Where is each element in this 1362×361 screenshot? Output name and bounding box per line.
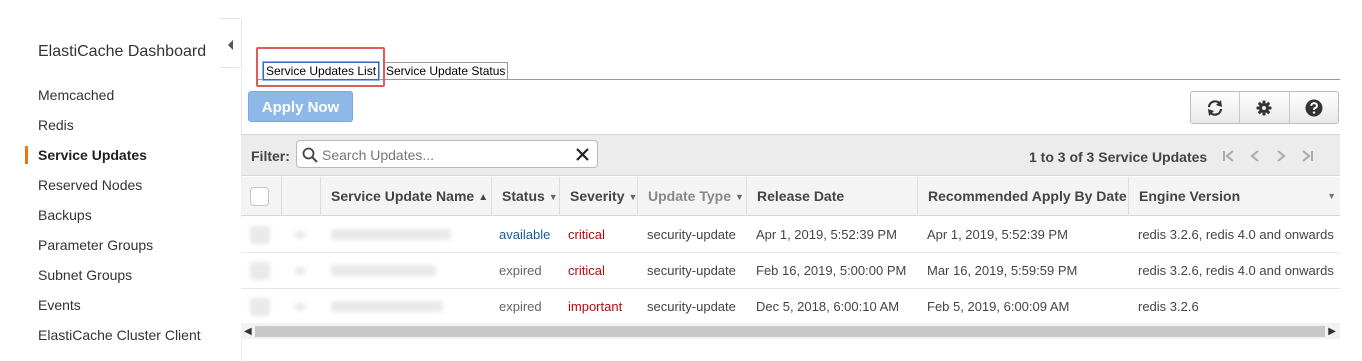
settings-button[interactable] xyxy=(1240,92,1290,123)
apply-by-cell: Apr 1, 2019, 5:52:39 PM xyxy=(927,227,1068,242)
dropdown-icon: ▼ xyxy=(734,191,744,202)
sidebar: ElastiCache Dashboard Memcached Redis Se… xyxy=(0,0,240,361)
apply-by-cell: Feb 5, 2019, 6:00:09 AM xyxy=(927,299,1070,314)
previous-page-icon[interactable] xyxy=(1247,148,1263,164)
column-expander xyxy=(281,177,320,216)
sidebar-item-events[interactable]: Events xyxy=(38,297,81,313)
active-indicator xyxy=(25,146,28,164)
engine-version-cell: redis 3.2.6, redis 4.0 and onwards xyxy=(1138,263,1334,278)
dropdown-icon: ▼ xyxy=(548,191,558,202)
toolbar-icon-group xyxy=(1190,91,1339,124)
update-type-cell: security-update xyxy=(647,299,736,314)
refresh-icon xyxy=(1208,99,1223,116)
refresh-button[interactable] xyxy=(1191,92,1241,123)
filter-bar: Filter: 1 to 3 of 3 Service Updates xyxy=(241,134,1340,176)
column-service-update-name[interactable]: Service Update Name ▲ xyxy=(320,177,491,216)
sidebar-item-redis[interactable]: Redis xyxy=(38,117,74,133)
select-all-checkbox[interactable] xyxy=(250,187,269,206)
sort-asc-icon: ▲ xyxy=(478,191,489,203)
apply-by-cell: Mar 16, 2019, 5:59:59 PM xyxy=(927,263,1078,278)
severity-cell: important xyxy=(568,299,623,314)
redacted-update-name xyxy=(331,301,443,312)
severity-cell: critical xyxy=(568,263,605,278)
status-cell: expired xyxy=(499,299,542,314)
help-button[interactable] xyxy=(1290,92,1338,123)
sidebar-item-cluster-client[interactable]: ElastiCache Cluster Client xyxy=(38,327,201,343)
redacted-update-name xyxy=(331,265,436,276)
table-header: Service Update Name ▲ Status ▼ Severity ▼ U… xyxy=(241,177,1340,216)
first-page-icon[interactable] xyxy=(1221,148,1237,164)
pagination-controls xyxy=(1221,148,1315,164)
last-page-icon[interactable] xyxy=(1299,148,1315,164)
update-type-cell: security-update xyxy=(647,263,736,278)
scroll-right-icon[interactable]: ▶ xyxy=(1328,326,1336,337)
sidebar-item-reserved-nodes[interactable]: Reserved Nodes xyxy=(38,177,142,193)
pagination-summary: 1 to 3 of 3 Service Updates xyxy=(1029,149,1208,165)
help-icon xyxy=(1305,99,1323,116)
engine-version-cell: redis 3.2.6, redis 4.0 and onwards xyxy=(1138,227,1334,242)
search-input[interactable] xyxy=(322,145,572,165)
sidebar-item-subnet-groups[interactable]: Subnet Groups xyxy=(38,267,132,283)
scroll-left-icon[interactable]: ◀ xyxy=(244,326,252,337)
row-expand-icon[interactable] xyxy=(295,303,305,311)
release-date-cell: Feb 16, 2019, 5:00:00 PM xyxy=(756,263,907,278)
row-expand-icon[interactable] xyxy=(295,231,305,239)
table-row[interactable]: available critical security-update Apr 1… xyxy=(241,217,1340,253)
sidebar-item-service-updates[interactable]: Service Updates xyxy=(38,147,147,163)
scrollbar-thumb[interactable] xyxy=(255,326,1325,337)
column-menu-icon[interactable]: ▼ xyxy=(1327,177,1336,216)
status-cell: available xyxy=(499,227,551,242)
column-release-date[interactable]: Release Date xyxy=(746,177,917,216)
column-engine-version[interactable]: Engine Version ▼ xyxy=(1128,177,1340,216)
column-status[interactable]: Status ▼ xyxy=(491,177,559,216)
sidebar-item-backups[interactable]: Backups xyxy=(38,207,92,223)
status-cell: expired xyxy=(499,263,542,278)
search-icon xyxy=(302,147,318,163)
sidebar-collapse-toggle[interactable] xyxy=(220,18,242,68)
row-expand-icon[interactable] xyxy=(295,267,305,275)
table-row[interactable]: expired important security-update Dec 5,… xyxy=(241,289,1340,325)
row-checkbox[interactable] xyxy=(250,226,270,244)
next-page-icon[interactable] xyxy=(1273,148,1289,164)
engine-version-cell: redis 3.2.6 xyxy=(1138,299,1199,314)
tab-service-update-status[interactable]: Service Update Status xyxy=(383,62,509,80)
update-type-cell: security-update xyxy=(647,227,736,242)
horizontal-scrollbar[interactable]: ◀ ▶ xyxy=(241,323,1340,339)
clear-search-icon[interactable] xyxy=(575,147,590,162)
column-severity[interactable]: Severity ▼ xyxy=(559,177,637,216)
release-date-cell: Dec 5, 2018, 6:00:10 AM xyxy=(756,299,900,314)
tab-service-updates-list[interactable]: Service Updates List xyxy=(261,61,381,81)
apply-now-button[interactable]: Apply Now xyxy=(248,91,353,122)
filter-label: Filter: xyxy=(251,148,290,164)
row-checkbox[interactable] xyxy=(250,262,270,280)
column-update-type[interactable]: Update Type ▼ xyxy=(637,177,746,216)
severity-cell: critical xyxy=(568,227,605,242)
table-row[interactable]: expired critical security-update Feb 16,… xyxy=(241,253,1340,289)
sidebar-item-memcached[interactable]: Memcached xyxy=(38,87,114,103)
gear-icon xyxy=(1256,100,1272,115)
redacted-update-name xyxy=(331,229,451,240)
sidebar-title[interactable]: ElastiCache Dashboard xyxy=(38,43,206,61)
sidebar-item-parameter-groups[interactable]: Parameter Groups xyxy=(38,237,153,253)
row-checkbox[interactable] xyxy=(250,298,270,316)
release-date-cell: Apr 1, 2019, 5:52:39 PM xyxy=(756,227,897,242)
search-box xyxy=(296,140,598,168)
column-recommended-apply-by[interactable]: Recommended Apply By Date xyxy=(917,177,1128,216)
